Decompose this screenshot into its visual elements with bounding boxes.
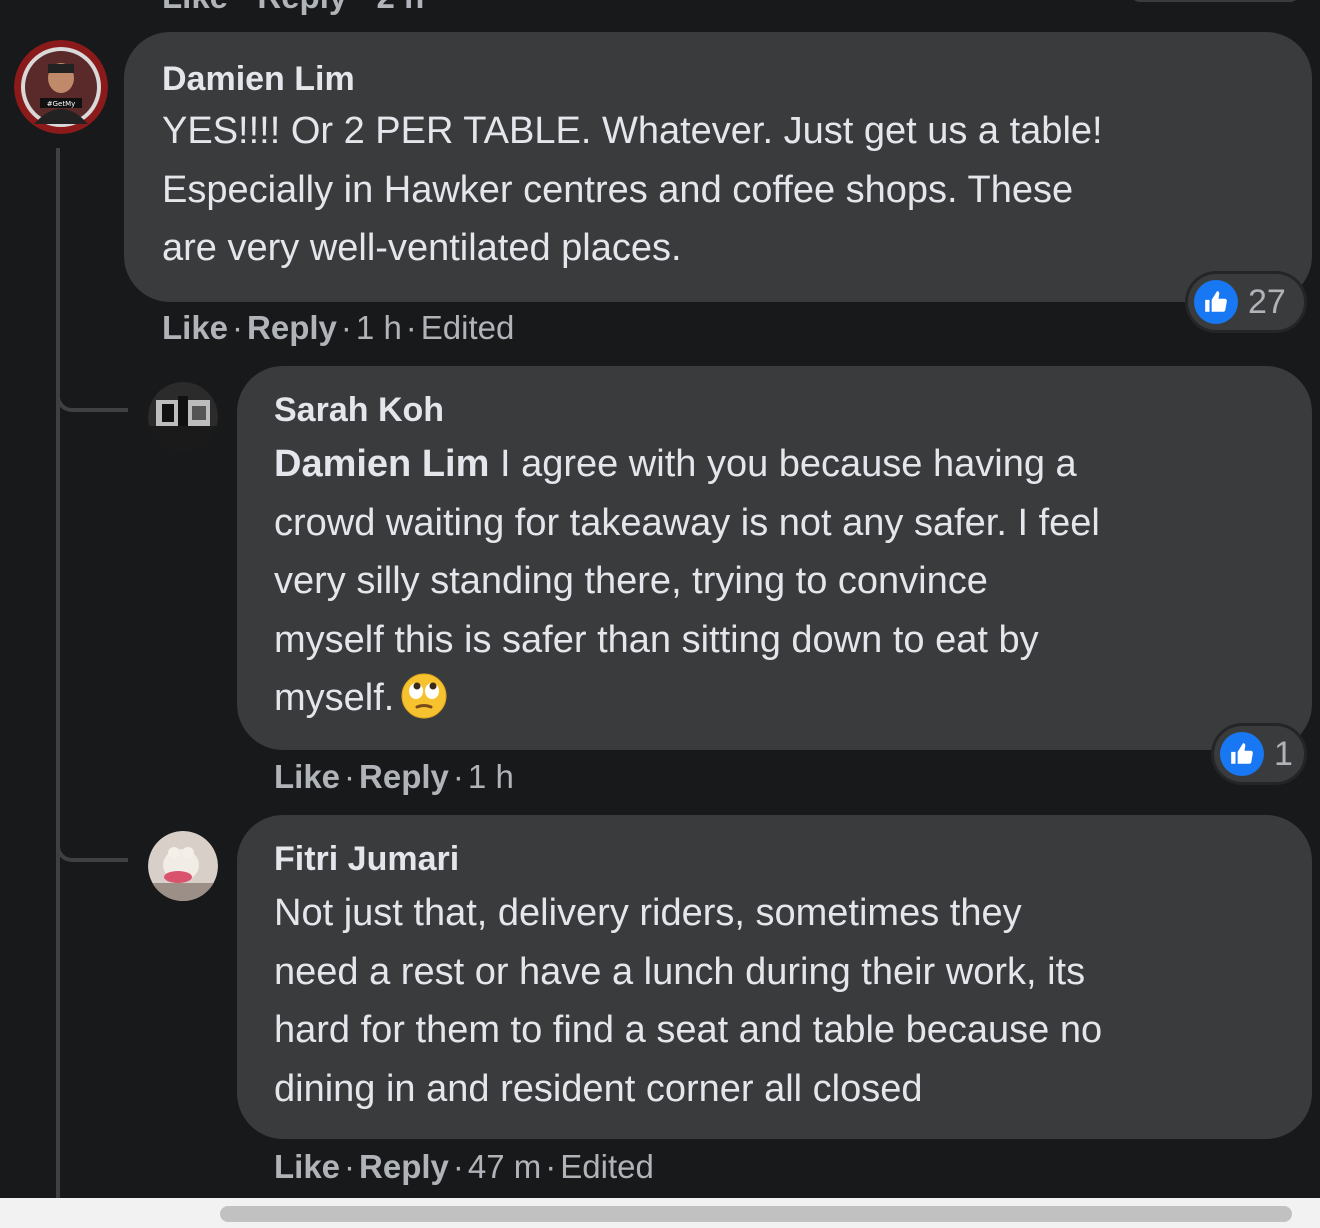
separator-dot: · — [545, 1148, 557, 1185]
comment-text-line: are very well-ventilated places. — [162, 227, 682, 269]
reply-button[interactable]: Reply — [247, 309, 337, 346]
face-with-rolling-eyes-emoji — [400, 672, 448, 720]
separator-dot: · — [232, 309, 244, 346]
comment-text-line: Damien Lim I agree with you because havi… — [274, 435, 1304, 494]
comment-text-line: need a rest or have a lunch during their… — [274, 950, 1086, 993]
comment-text-line: myself. — [274, 669, 1304, 728]
reaction-count: 1 — [1274, 734, 1293, 773]
thumbs-up-icon — [1220, 732, 1264, 776]
comment-text-line: crowd waiting for takeaway is not any sa… — [274, 501, 1100, 544]
comment-text: Damien Lim I agree with you because havi… — [274, 435, 1304, 728]
comment-actions: Like · Reply · 47 m · Edited — [274, 1148, 654, 1186]
separator-dot: · — [452, 1148, 464, 1185]
separator-dot: · — [452, 758, 464, 795]
comment-text-segment: I agree with you because having a — [489, 443, 1077, 485]
comment-timestamp[interactable]: 1 h — [468, 758, 514, 795]
comment-actions: Like · Reply · 1 h · Edited — [162, 309, 514, 347]
avatar-fitri-jumari[interactable] — [148, 831, 218, 901]
comment-author[interactable]: Damien Lim — [162, 60, 355, 99]
comment-text: YES!!!! Or 2 PER TABLE. Whatever. Just g… — [162, 102, 1302, 278]
comment-text-line: Especially in Hawker centres and coffee … — [162, 168, 1074, 211]
comment-timestamp[interactable]: 47 m — [468, 1148, 541, 1185]
reply-button[interactable]: Reply — [359, 758, 449, 795]
previous-reaction-edge — [1130, 0, 1300, 2]
separator-dot: · — [344, 758, 356, 795]
avatar-damien-lim[interactable]: #GetMy — [14, 40, 108, 134]
previous-comment-actions: Like · Reply · 2 h — [162, 0, 424, 16]
comment-timestamp[interactable]: 1 h — [356, 309, 402, 346]
separator-dot: · — [344, 1148, 356, 1185]
edited-label[interactable]: Edited — [560, 1148, 654, 1185]
like-button[interactable]: Like — [162, 309, 228, 346]
separator-dot: · — [405, 309, 417, 346]
thread-branch-sarah — [56, 390, 128, 412]
comment-actions: Like · Reply · 1 h — [274, 758, 514, 796]
separator-dot: · — [340, 309, 352, 346]
comment-author[interactable]: Sarah Koh — [274, 391, 444, 430]
comment-text-line: very silly standing there, trying to con… — [274, 560, 988, 602]
horizontal-scrollbar-thumb[interactable] — [220, 1206, 1292, 1222]
thread-branch-fitri — [56, 838, 128, 862]
reaction-count: 27 — [1248, 282, 1286, 321]
reaction-summary[interactable]: 27 — [1188, 274, 1304, 330]
thread-vertical-line — [56, 148, 60, 1200]
reaction-summary[interactable]: 1 — [1214, 726, 1304, 782]
comment-text-segment: myself. — [274, 677, 395, 719]
like-button[interactable]: Like — [274, 758, 340, 795]
comment-text-line: myself this is safer than sitting down t… — [274, 618, 1039, 661]
edited-label[interactable]: Edited — [421, 309, 515, 346]
thumbs-up-icon — [1194, 280, 1238, 324]
comment-text: Not just that, delivery riders, sometime… — [274, 884, 1304, 1118]
comment-text-line: Not just that, delivery riders, sometime… — [274, 892, 1022, 934]
comment-text-line: hard for them to find a seat and table b… — [274, 1009, 1103, 1051]
comment-text-line: YES!!!! Or 2 PER TABLE. Whatever. Just g… — [162, 110, 1103, 152]
comment-author[interactable]: Fitri Jumari — [274, 840, 459, 879]
avatar-sarah-koh[interactable] — [148, 382, 218, 452]
comment-text-line: dining in and resident corner all closed — [274, 1067, 923, 1110]
like-button[interactable]: Like — [274, 1148, 340, 1185]
mention-link[interactable]: Damien Lim — [274, 443, 489, 485]
svg-text:#GetMy: #GetMy — [47, 100, 76, 108]
reply-button[interactable]: Reply — [359, 1148, 449, 1185]
